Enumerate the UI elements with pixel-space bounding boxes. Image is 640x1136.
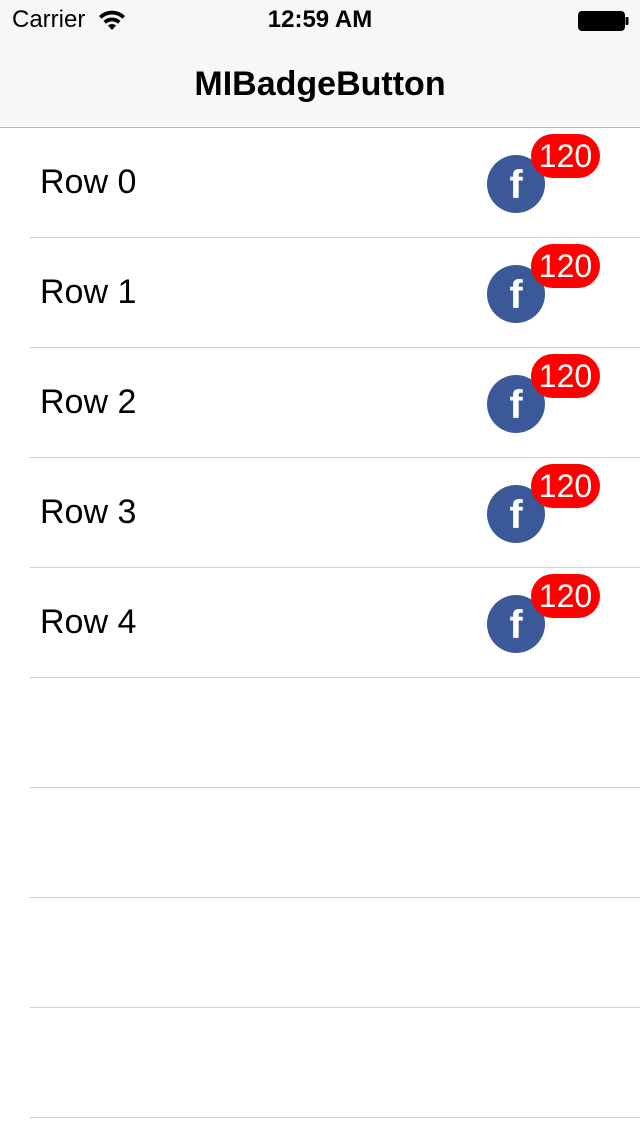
empty-table-row [0,898,640,1008]
empty-table-row [0,678,640,788]
navigation-bar: Carrier 12:59 AM MIBadgeButton [0,0,640,128]
badge-count: 120 [531,354,600,398]
row-label: Row 1 [40,273,137,311]
table-view[interactable]: Row 0 f 120 Row 1 f 120 Row 2 f 120 Row … [0,128,640,1118]
empty-table-row [0,1008,640,1118]
battery-icon [578,11,629,31]
row-separator [30,1117,640,1118]
page-title: MIBadgeButton [194,65,446,103]
status-time: 12:59 AM [267,6,373,33]
empty-table-row [0,788,640,898]
badge-count: 120 [531,134,600,178]
app-screen: Carrier 12:59 AM MIBadgeButton Row 0 f 1… [0,0,640,1136]
badge-count: 120 [531,244,600,288]
table-row[interactable]: Row 2 f 120 [0,348,640,458]
table-row[interactable]: Row 4 f 120 [0,568,640,678]
row-label: Row 3 [40,493,137,531]
table-row[interactable]: Row 3 f 120 [0,458,640,568]
row-label: Row 2 [40,383,137,421]
row-label: Row 4 [40,603,137,641]
badge-count: 120 [531,464,600,508]
badge-count: 120 [531,574,600,618]
row-label: Row 0 [40,163,137,201]
table-row[interactable]: Row 0 f 120 [0,128,640,238]
status-bar: Carrier 12:59 AM [0,0,640,40]
table-row[interactable]: Row 1 f 120 [0,238,640,348]
